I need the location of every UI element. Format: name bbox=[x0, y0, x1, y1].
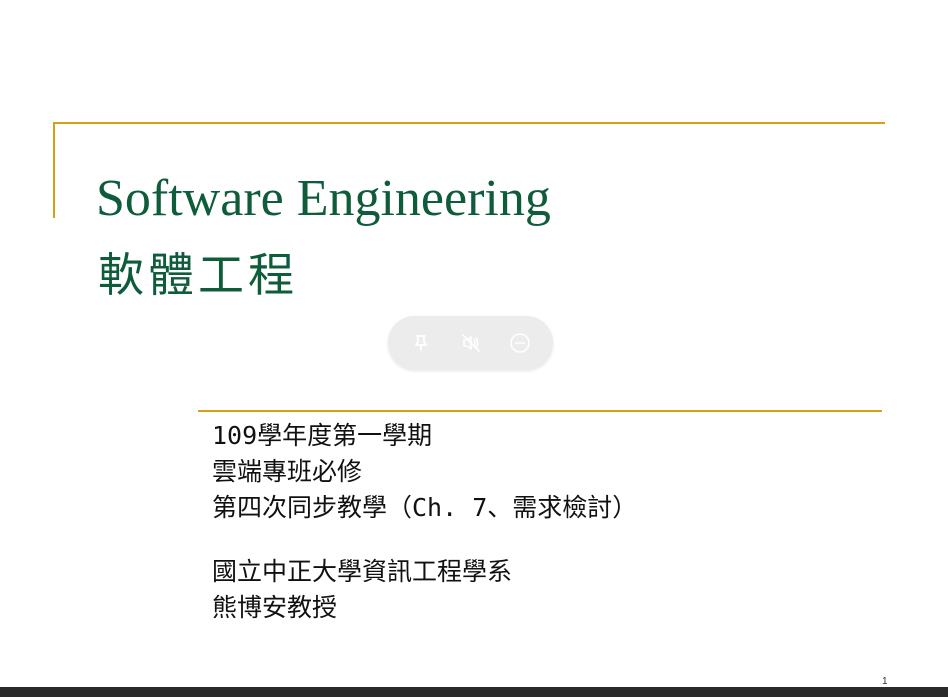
subtitle-session: 第四次同步教學（Ch. 7、需求檢討） bbox=[212, 493, 638, 522]
slide-title-chinese: 軟體工程 bbox=[98, 248, 298, 302]
left-accent-line bbox=[53, 122, 55, 218]
author-name: 熊博安教授 bbox=[212, 593, 338, 622]
bottom-bar bbox=[0, 687, 948, 697]
mute-button[interactable] bbox=[455, 327, 487, 359]
subtitle-semester: 109學年度第一學期 bbox=[212, 421, 433, 450]
subtitle-spacer bbox=[212, 526, 637, 554]
pin-icon bbox=[415, 335, 428, 351]
top-accent-line bbox=[53, 122, 885, 124]
slide-subtitle: 109學年度第一學期 雲端專班必修 第四次同步教學（Ch. 7、需求檢討） 國立… bbox=[212, 418, 637, 626]
slide-title: Software Engineering bbox=[96, 170, 551, 227]
subtitle-accent-line bbox=[198, 410, 882, 412]
pin-button[interactable] bbox=[405, 327, 437, 359]
subtitle-program: 雲端專班必修 bbox=[212, 457, 363, 486]
floating-toolbar bbox=[388, 316, 553, 370]
minimize-icon bbox=[509, 333, 530, 353]
minimize-button[interactable] bbox=[504, 327, 536, 359]
author-department: 國立中正大學資訊工程學系 bbox=[212, 557, 513, 586]
presentation-slide: Software Engineering 軟體工程 109學年度第一學期 雲端專… bbox=[0, 0, 948, 687]
mute-icon bbox=[461, 334, 480, 352]
page-number: 1 bbox=[882, 676, 888, 687]
